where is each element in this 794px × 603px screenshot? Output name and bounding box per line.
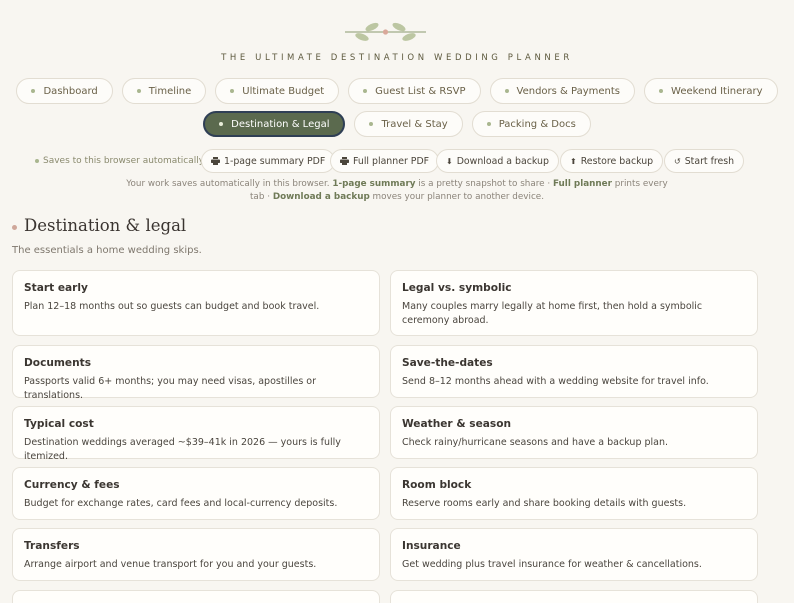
download-backup-button[interactable]: ⬇ Download a backup: [436, 149, 559, 173]
dot-icon: [31, 89, 36, 93]
tab-label: Packing & Docs: [498, 118, 576, 130]
card-body: Reserve rooms early and share booking de…: [402, 498, 687, 509]
card-title: Start early: [24, 282, 88, 294]
dot-icon: [486, 122, 491, 126]
tab-travel-stay[interactable]: Travel & Stay: [354, 111, 463, 137]
help-text-part: moves your planner to another device.: [369, 192, 544, 202]
section-title: Destination & legal: [24, 216, 187, 235]
info-card: Insurance Get wedding plus travel insura…: [390, 528, 758, 581]
info-card: Save-the-dates Send 8–12 months ahead wi…: [390, 345, 758, 398]
tab-label: Vendors & Payments: [516, 85, 621, 97]
button-label: Start fresh: [684, 155, 735, 167]
info-card: Start early Plan 12–18 months out so gue…: [12, 270, 380, 336]
info-card: Room block Reserve rooms early and share…: [390, 467, 758, 520]
help-text-part: Your work saves automatically in this br…: [126, 179, 333, 189]
info-card: Documents Passports valid 6+ months; you…: [12, 345, 380, 401]
help-highlight: Download a backup: [272, 192, 370, 202]
dot-icon: [363, 89, 368, 93]
upload-arrow-icon: ⬆: [570, 156, 577, 166]
info-card: Weather & season Check rainy/hurricane s…: [390, 406, 758, 459]
autosave-status: Saves to this browser automatically: [35, 149, 204, 173]
refresh-icon: ↺: [674, 156, 681, 166]
card-title: Insurance: [402, 540, 461, 552]
printer-icon: [340, 157, 349, 165]
card-title: Typical cost: [24, 418, 94, 430]
button-label: Download a backup: [456, 155, 549, 167]
tab-vendors-payments[interactable]: Vendors & Payments: [489, 78, 636, 104]
tab-destination-legal[interactable]: Destination & Legal: [203, 111, 346, 137]
app-subtitle: THE ULTIMATE DESTINATION WEDDING PLANNER: [221, 53, 573, 63]
tab-guest-list[interactable]: Guest List & RSVP: [348, 78, 481, 104]
nav-row-1: Dashboard Timeline Ultimate Budget Guest…: [0, 78, 794, 104]
tab-label: Destination & Legal: [231, 118, 330, 130]
card-title: Currency & fees: [24, 479, 120, 491]
full-planner-pdf-button[interactable]: Full planner PDF: [330, 149, 440, 173]
printer-icon: [211, 157, 220, 165]
card-title: Weather & season: [402, 418, 512, 430]
tab-label: Guest List & RSVP: [375, 85, 466, 97]
help-highlight: 1-page summary: [332, 179, 416, 189]
tab-label: Timeline: [148, 85, 192, 97]
tab-label: Travel & Stay: [381, 118, 448, 130]
tab-label: Ultimate Budget: [242, 85, 325, 97]
tab-ultimate-budget[interactable]: Ultimate Budget: [215, 78, 340, 104]
dot-icon: [136, 89, 141, 93]
button-label: Restore backup: [580, 155, 654, 167]
card-title: Documents: [24, 357, 92, 369]
help-text: Your work saves automatically in this br…: [120, 178, 674, 204]
nav-row-2: Destination & Legal Travel & Stay Packin…: [0, 111, 794, 137]
section-subtitle: The essentials a home wedding skips.: [12, 245, 202, 256]
start-fresh-button[interactable]: ↺ Start fresh: [664, 149, 745, 173]
card-title: Transfers: [24, 540, 80, 552]
dot-icon: [219, 122, 224, 126]
card-body: Passports valid 6+ months; you may need …: [24, 376, 317, 401]
summary-pdf-button[interactable]: 1-page summary PDF: [201, 149, 336, 173]
info-card-partial: [12, 590, 380, 603]
card-body: Budget for exchange rates, card fees and…: [24, 498, 338, 509]
dot-icon: [369, 122, 374, 126]
status-dot-icon: [35, 159, 39, 163]
button-label: Full planner PDF: [353, 155, 430, 167]
info-card: Legal vs. symbolic Many couples marry le…: [390, 270, 758, 336]
card-body: Get wedding plus travel insurance for we…: [402, 559, 702, 570]
card-body: Destination weddings averaged ~$39–41k i…: [24, 437, 341, 462]
leaf-ornament-icon: [345, 22, 426, 41]
help-highlight: Full planner: [552, 179, 612, 189]
card-body: Arrange airport and venue transport for …: [24, 559, 317, 570]
card-title: Room block: [402, 479, 472, 491]
tab-packing-docs[interactable]: Packing & Docs: [471, 111, 591, 137]
dot-icon: [230, 89, 235, 93]
dot-icon: [504, 89, 509, 93]
dot-icon: [659, 89, 664, 93]
info-card: Currency & fees Budget for exchange rate…: [12, 467, 380, 520]
card-body: Check rainy/hurricane seasons and have a…: [402, 437, 669, 448]
card-title: Save-the-dates: [402, 357, 493, 369]
section-dot-icon: [12, 225, 17, 230]
tab-weekend-itinerary[interactable]: Weekend Itinerary: [644, 78, 778, 104]
download-arrow-icon: ⬇: [446, 156, 453, 166]
card-body: Send 8–12 months ahead with a wedding we…: [402, 376, 709, 387]
help-text-part: is a pretty snapshot to share ·: [415, 179, 553, 189]
tab-label: Weekend Itinerary: [671, 85, 763, 97]
autosave-text: Saves to this browser automatically: [43, 156, 205, 166]
tab-label: Dashboard: [43, 85, 98, 97]
button-label: 1-page summary PDF: [224, 155, 326, 167]
toolbar: Saves to this browser automatically 1-pa…: [0, 149, 794, 173]
info-card: Typical cost Destination weddings averag…: [12, 406, 380, 462]
tab-dashboard[interactable]: Dashboard: [16, 78, 113, 104]
card-title: Legal vs. symbolic: [402, 282, 512, 294]
tab-timeline[interactable]: Timeline: [121, 78, 207, 104]
card-body: Many couples marry legally at home first…: [402, 301, 703, 326]
info-card: Transfers Arrange airport and venue tran…: [12, 528, 380, 581]
restore-backup-button[interactable]: ⬆ Restore backup: [560, 149, 664, 173]
info-card-partial: [390, 590, 758, 603]
card-body: Plan 12–18 months out so guests can budg…: [24, 301, 320, 312]
